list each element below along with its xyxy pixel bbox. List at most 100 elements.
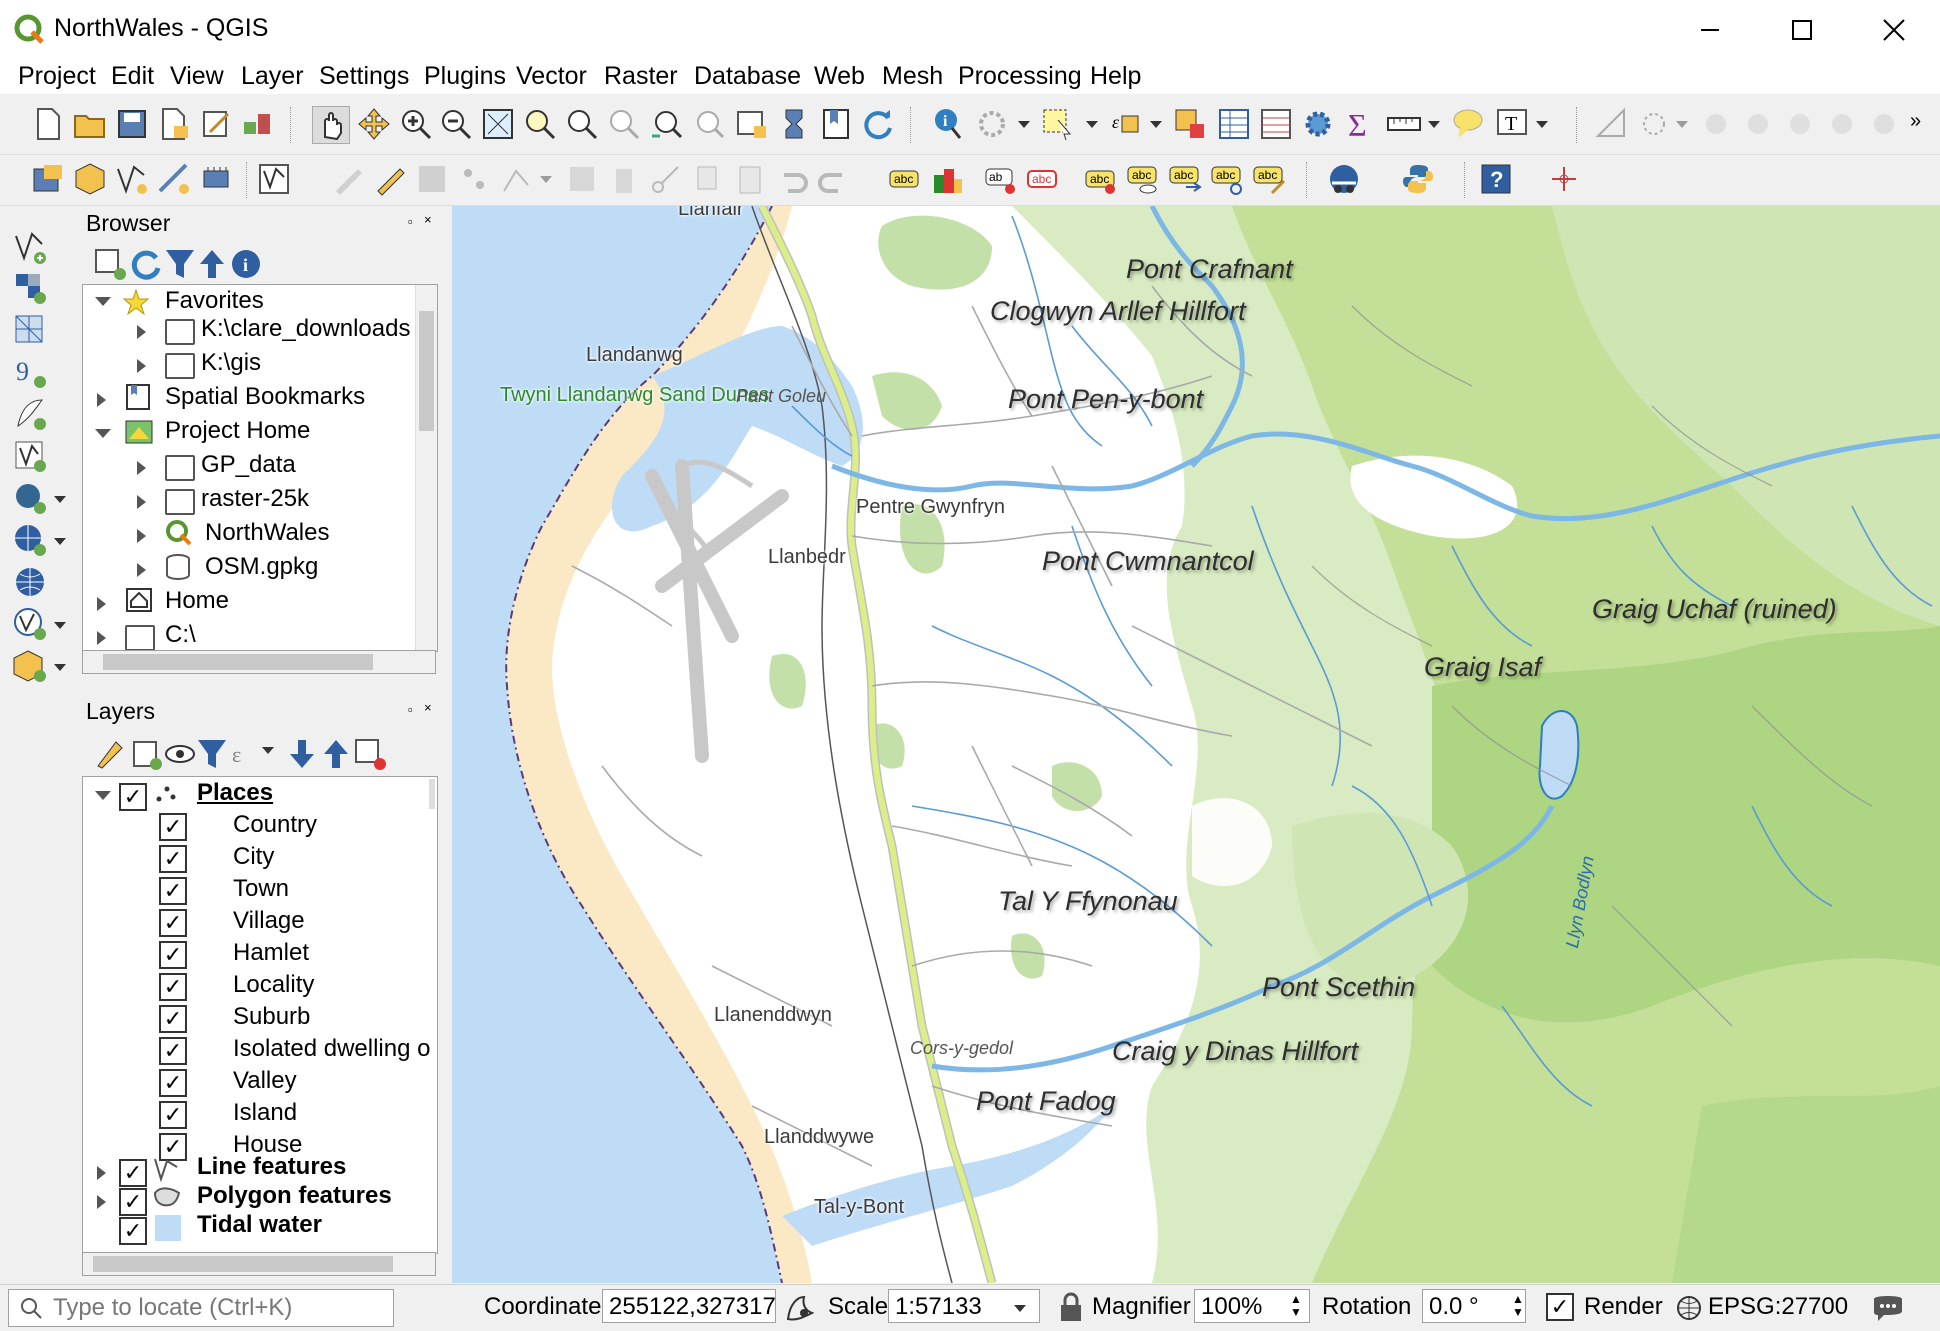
python-console-icon[interactable] [1400,161,1436,197]
map-canvas[interactable]: Llanfair Pont Crafnant Clogwyn Arllef Hi… [452,206,1940,1283]
zoom-native-icon[interactable] [606,106,642,142]
label-move-tool-icon[interactable]: abc [1168,161,1204,197]
menu-processing[interactable]: Processing [958,62,1082,91]
action-dropdown[interactable] [1018,121,1030,128]
label-move-icon[interactable]: abc [1084,161,1120,197]
browser-item-gp-data[interactable]: GP_data [201,451,296,479]
sublayer-label[interactable]: Isolated dwelling o [233,1035,430,1063]
expand-arrow[interactable] [137,563,146,577]
map-tips-icon[interactable] [1450,106,1486,142]
sublayer-label[interactable]: City [233,843,274,871]
zoom-full-icon[interactable] [480,106,516,142]
menu-mesh[interactable]: Mesh [882,62,943,91]
menu-layer[interactable]: Layer [241,62,304,91]
geopackage-dropdown[interactable] [54,664,66,671]
zoom-next-icon[interactable] [690,106,726,142]
save-edits-icon[interactable] [414,161,450,197]
annotation-dropdown[interactable] [1536,121,1548,128]
paste-features-icon[interactable] [732,161,768,197]
collapse-all-icon[interactable] [318,736,348,768]
zoom-in-icon[interactable] [398,106,434,142]
maximize-button[interactable] [1756,0,1848,60]
wms-dropdown[interactable] [54,538,66,545]
expand-arrow[interactable] [97,1195,106,1209]
copy-features-icon[interactable] [690,161,726,197]
crs-label[interactable]: EPSG:27700 [1708,1293,1848,1321]
menu-web[interactable]: Web [814,62,865,91]
circle-dropdown[interactable] [1676,121,1688,128]
postgis-dropdown[interactable] [54,496,66,503]
add-vector-tile-icon[interactable] [12,606,48,642]
add-wfs-icon[interactable] [12,564,48,600]
bookmark-icon[interactable] [818,106,854,142]
measure-icon[interactable] [1386,106,1422,142]
label-show-hide-icon[interactable]: abc [1126,161,1162,197]
sublayer-visibility-checkbox[interactable]: ✓ [159,1069,187,1097]
sublayer-label[interactable]: Island [233,1099,297,1127]
browser-item-spatial-bookmarks[interactable]: Spatial Bookmarks [165,383,365,411]
vertex-tool-icon[interactable] [498,161,534,197]
attribute-table-icon[interactable] [1216,106,1252,142]
label-pin-icon[interactable]: ab [984,161,1020,197]
label-tool-icon[interactable]: abc [888,161,924,197]
new-geopackage-icon[interactable] [72,161,108,197]
add-gps-layer-icon[interactable] [12,396,48,432]
menu-raster[interactable]: Raster [604,62,678,91]
expand-all-icon[interactable] [284,736,314,768]
new-project-icon[interactable] [30,106,66,142]
new-scratch-layer-icon[interactable] [156,161,192,197]
render-checkbox[interactable]: ✓ [1546,1293,1574,1321]
zoom-to-selection-icon[interactable] [522,106,558,142]
add-point-icon[interactable] [456,161,492,197]
new-spatial-view-icon[interactable] [256,161,292,197]
browser-item-gis[interactable]: K:\gis [201,349,261,377]
delete-selected-icon[interactable] [606,161,642,197]
layer-tidal-water[interactable]: Tidal water [197,1211,322,1239]
scrollbar-thumb[interactable] [93,1256,393,1272]
sublayer-visibility-checkbox[interactable]: ✓ [159,941,187,969]
redo-icon[interactable] [816,161,852,197]
sublayer-visibility-checkbox[interactable]: ✓ [159,845,187,873]
layer-visibility-checkbox[interactable]: ✓ [119,783,147,811]
sublayer-visibility-checkbox[interactable]: ✓ [159,877,187,905]
sublayer-label[interactable]: Country [233,811,317,839]
expand-arrow[interactable] [137,461,146,475]
expand-arrow[interactable] [97,393,106,407]
label-rotate-icon[interactable]: abc [1210,161,1246,197]
zoom-out-icon[interactable] [438,106,474,142]
menu-view[interactable]: View [170,62,224,91]
add-selected-layers-icon[interactable] [92,246,126,280]
print-layout-icon[interactable] [198,106,234,142]
pan-to-selection-icon[interactable] [356,106,392,142]
menu-database[interactable]: Database [694,62,801,91]
browser-hscrollbar[interactable] [82,650,436,674]
panel-close-icon[interactable]: × [424,212,432,227]
expand-arrow[interactable] [137,495,146,509]
browser-item-c-drive[interactable]: C:\ [165,621,196,649]
zoom-last-icon[interactable] [648,106,684,142]
locator-bar[interactable]: Type to locate (Ctrl+K) [8,1289,394,1327]
add-geopackage-icon[interactable] [12,648,48,684]
vertex-dropdown[interactable] [540,176,552,183]
select-dropdown[interactable] [1086,121,1098,128]
expand-arrow[interactable] [137,325,146,339]
reshape-icon[interactable] [1824,106,1860,142]
expand-arrow[interactable] [97,597,106,611]
panel-float-icon[interactable]: ▫ [408,214,413,229]
scrollbar-thumb[interactable] [103,654,373,670]
save-project-icon[interactable] [114,106,150,142]
field-calculator-icon[interactable] [1258,106,1294,142]
manage-visibility-icon[interactable] [162,736,195,763]
zoom-to-layer-icon[interactable] [564,106,600,142]
processing-toolbox-icon[interactable] [1300,106,1336,142]
remove-layer-icon[interactable] [352,736,386,770]
temporal-icon[interactable] [776,106,812,142]
digitize-shape-icon[interactable] [1594,106,1630,142]
menu-edit[interactable]: Edit [111,62,154,91]
coordinate-field[interactable]: 255122,327317 [602,1289,776,1323]
sublayer-visibility-checkbox[interactable]: ✓ [159,1005,187,1033]
menu-vector[interactable]: Vector [516,62,587,91]
toggle-extents-icon[interactable] [784,1293,814,1323]
add-vector-layer-icon[interactable] [12,230,48,266]
add-delimited-text-icon[interactable]: 9 [12,354,48,390]
